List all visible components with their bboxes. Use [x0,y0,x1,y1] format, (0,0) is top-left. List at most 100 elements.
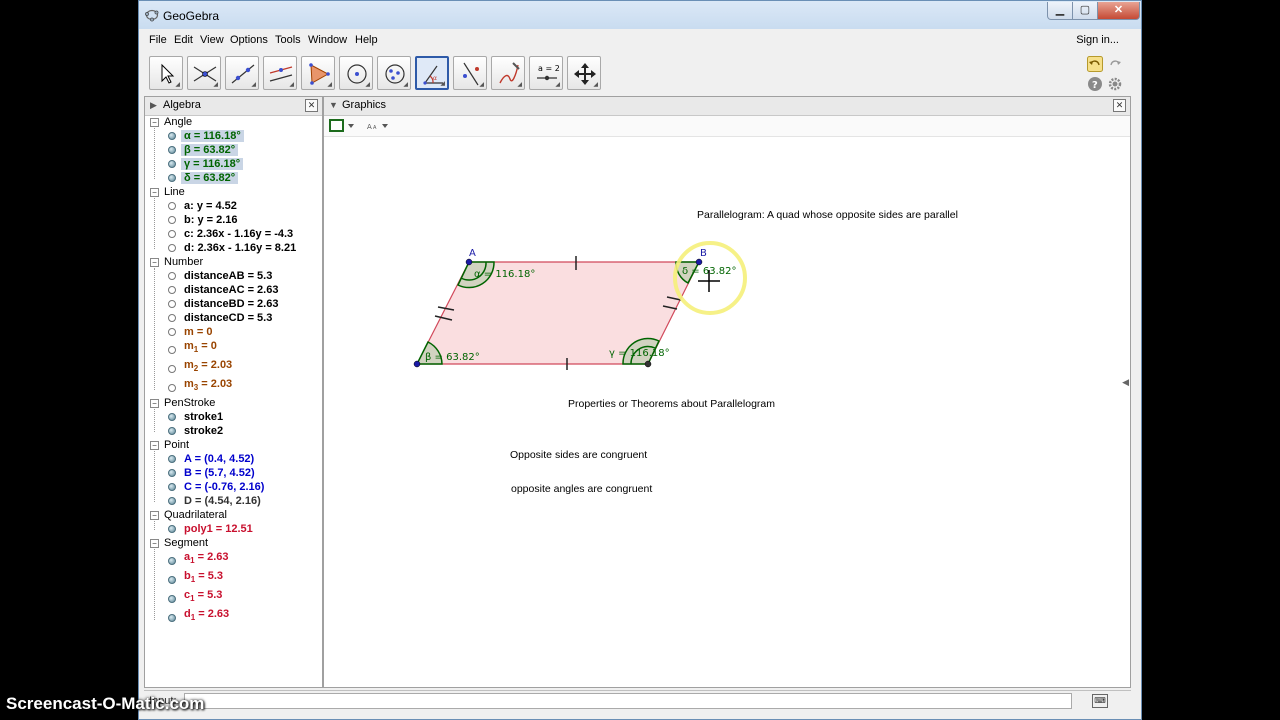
menu-help[interactable]: Help [355,34,378,46]
close-algebra-view-button[interactable]: ✕ [305,99,318,112]
visibility-toggle-icon[interactable] [168,272,176,280]
visibility-toggle-icon[interactable] [168,244,176,252]
geogebra-logo-icon [145,8,159,25]
close-graphics-view-button[interactable]: ✕ [1113,99,1126,112]
point-tool[interactable]: ◢ [187,56,221,90]
keyboard-icon[interactable]: ⌨ [1092,694,1108,708]
collapse-toggle-icon[interactable]: − [150,258,159,267]
angle-label-gamma: γ = 116.18° [609,348,670,359]
sign-in-link[interactable]: Sign in... [1076,34,1119,46]
undo-icon [1087,56,1103,75]
algebra-view[interactable]: ▶ Algebra ✕ − Angle α = 116.18° β = 63.82° γ… [144,96,323,688]
help-icon: ? [1087,77,1103,95]
visibility-toggle-icon[interactable] [168,384,176,392]
visibility-toggle-icon[interactable] [168,314,176,322]
collapse-toggle-icon[interactable]: − [150,188,159,197]
freehand-tool[interactable]: ◢ [491,56,525,90]
algebra-item-label: c: 2.36x - 1.16y = -4.3 [184,228,294,240]
visibility-toggle-icon[interactable] [168,365,176,373]
properties-heading-text[interactable]: Properties or Theorems about Parallelogr… [568,398,775,410]
visibility-toggle-icon[interactable] [168,300,176,308]
menu-tools[interactable]: Tools [275,34,301,46]
reflect-tool[interactable]: ◢ [453,56,487,90]
expand-arrow-icon[interactable]: ▼ [329,100,338,110]
algebra-category-label: Segment [164,537,209,549]
point-d [644,360,652,368]
undo-button[interactable] [1087,56,1103,72]
visibility-toggle-icon[interactable] [168,174,176,182]
visibility-toggle-icon[interactable] [168,427,176,435]
settings-button[interactable] [1107,76,1123,92]
tree-connector [154,549,155,620]
minimize-button[interactable]: ▁ [1047,2,1073,20]
text-size-icon[interactable]: AA [366,119,392,136]
svg-text:A: A [367,123,372,131]
menu-window[interactable]: Window [308,34,347,46]
collapse-toggle-icon[interactable]: − [150,441,159,450]
collapse-toggle-icon[interactable]: − [150,539,159,548]
move-tool[interactable]: ◢ [149,56,183,90]
algebra-item-label: d: 2.36x - 1.16y = 8.21 [184,242,297,254]
collapse-toggle-icon[interactable]: − [150,118,159,127]
redo-button[interactable] [1107,56,1123,72]
algebra-item-label: b: y = 2.16 [184,214,238,226]
graphics-title: Graphics [342,99,387,111]
property-1-text[interactable]: Opposite sides are congruent [510,449,647,461]
maximize-button[interactable]: ▢ [1072,2,1098,20]
help-button[interactable]: ? [1087,76,1103,92]
visibility-toggle-icon[interactable] [168,614,176,622]
visibility-toggle-icon[interactable] [168,469,176,477]
graphics-view[interactable]: ▼ Graphics ✕ AA α = 116.18° β = 63.82° γ =… [323,96,1131,688]
visibility-toggle-icon[interactable] [168,286,176,294]
visibility-toggle-icon[interactable] [168,346,176,354]
line-tool[interactable]: ◢ [225,56,259,90]
menu-view[interactable]: View [200,34,224,46]
svg-text:?: ? [1092,80,1098,91]
visibility-toggle-icon[interactable] [168,557,176,565]
visibility-toggle-icon[interactable] [168,202,176,210]
visibility-toggle-icon[interactable] [168,455,176,463]
collapse-toggle-icon[interactable]: − [150,399,159,408]
algebra-item-label: δ = 63.82° [181,172,239,184]
menu-file[interactable]: File [149,34,167,46]
collapse-toggle-icon[interactable]: − [150,511,159,520]
property-2-text[interactable]: opposite angles are congruent [511,483,652,495]
visibility-toggle-icon[interactable] [168,230,176,238]
definition-text[interactable]: Parallelogram: A quad whose opposite sid… [697,209,958,221]
visibility-toggle-icon[interactable] [168,132,176,140]
collapse-arrow-icon[interactable]: ◀ [1122,377,1129,388]
watermark: Screencast-O-Matic.com [6,694,205,713]
menu-options[interactable]: Options [230,34,268,46]
visibility-toggle-icon[interactable] [168,413,176,421]
visibility-toggle-icon[interactable] [168,576,176,584]
gear-icon [1107,77,1123,95]
input-field[interactable] [184,693,1072,709]
close-button[interactable]: ✕ [1097,2,1140,20]
visibility-toggle-icon[interactable] [168,146,176,154]
algebra-item-label: b1 = 5.3 [184,570,224,585]
move-graphics-view-tool[interactable]: ◢ [567,56,601,90]
polygon-tool[interactable]: ◢ [301,56,335,90]
visibility-toggle-icon[interactable] [168,595,176,603]
conic-tool[interactable]: ◢ [377,56,411,90]
tree-connector [154,521,155,530]
angle-tool[interactable]: α ◢ [415,56,449,90]
menu-edit[interactable]: Edit [174,34,193,46]
visibility-toggle-icon[interactable] [168,216,176,224]
expand-arrow-icon[interactable]: ▶ [150,100,157,111]
slider-tool[interactable]: a = 2 ◢ [529,56,563,90]
algebra-item-label: m = 0 [184,326,213,338]
tree-connector [154,451,155,502]
perpendicular-line-tool[interactable]: ◢ [263,56,297,90]
visibility-toggle-icon[interactable] [168,483,176,491]
algebra-item-label: c1 = 5.3 [184,589,223,604]
algebra-category-label: Line [164,186,185,198]
visibility-toggle-icon[interactable] [168,160,176,168]
algebra-category-label: Quadrilateral [164,509,227,521]
visibility-toggle-icon[interactable] [168,497,176,505]
tree-connector [154,198,155,249]
circle-tool[interactable]: ◢ [339,56,373,90]
visibility-toggle-icon[interactable] [168,525,176,533]
visibility-toggle-icon[interactable] [168,328,176,336]
color-swatch-icon[interactable] [329,119,357,136]
